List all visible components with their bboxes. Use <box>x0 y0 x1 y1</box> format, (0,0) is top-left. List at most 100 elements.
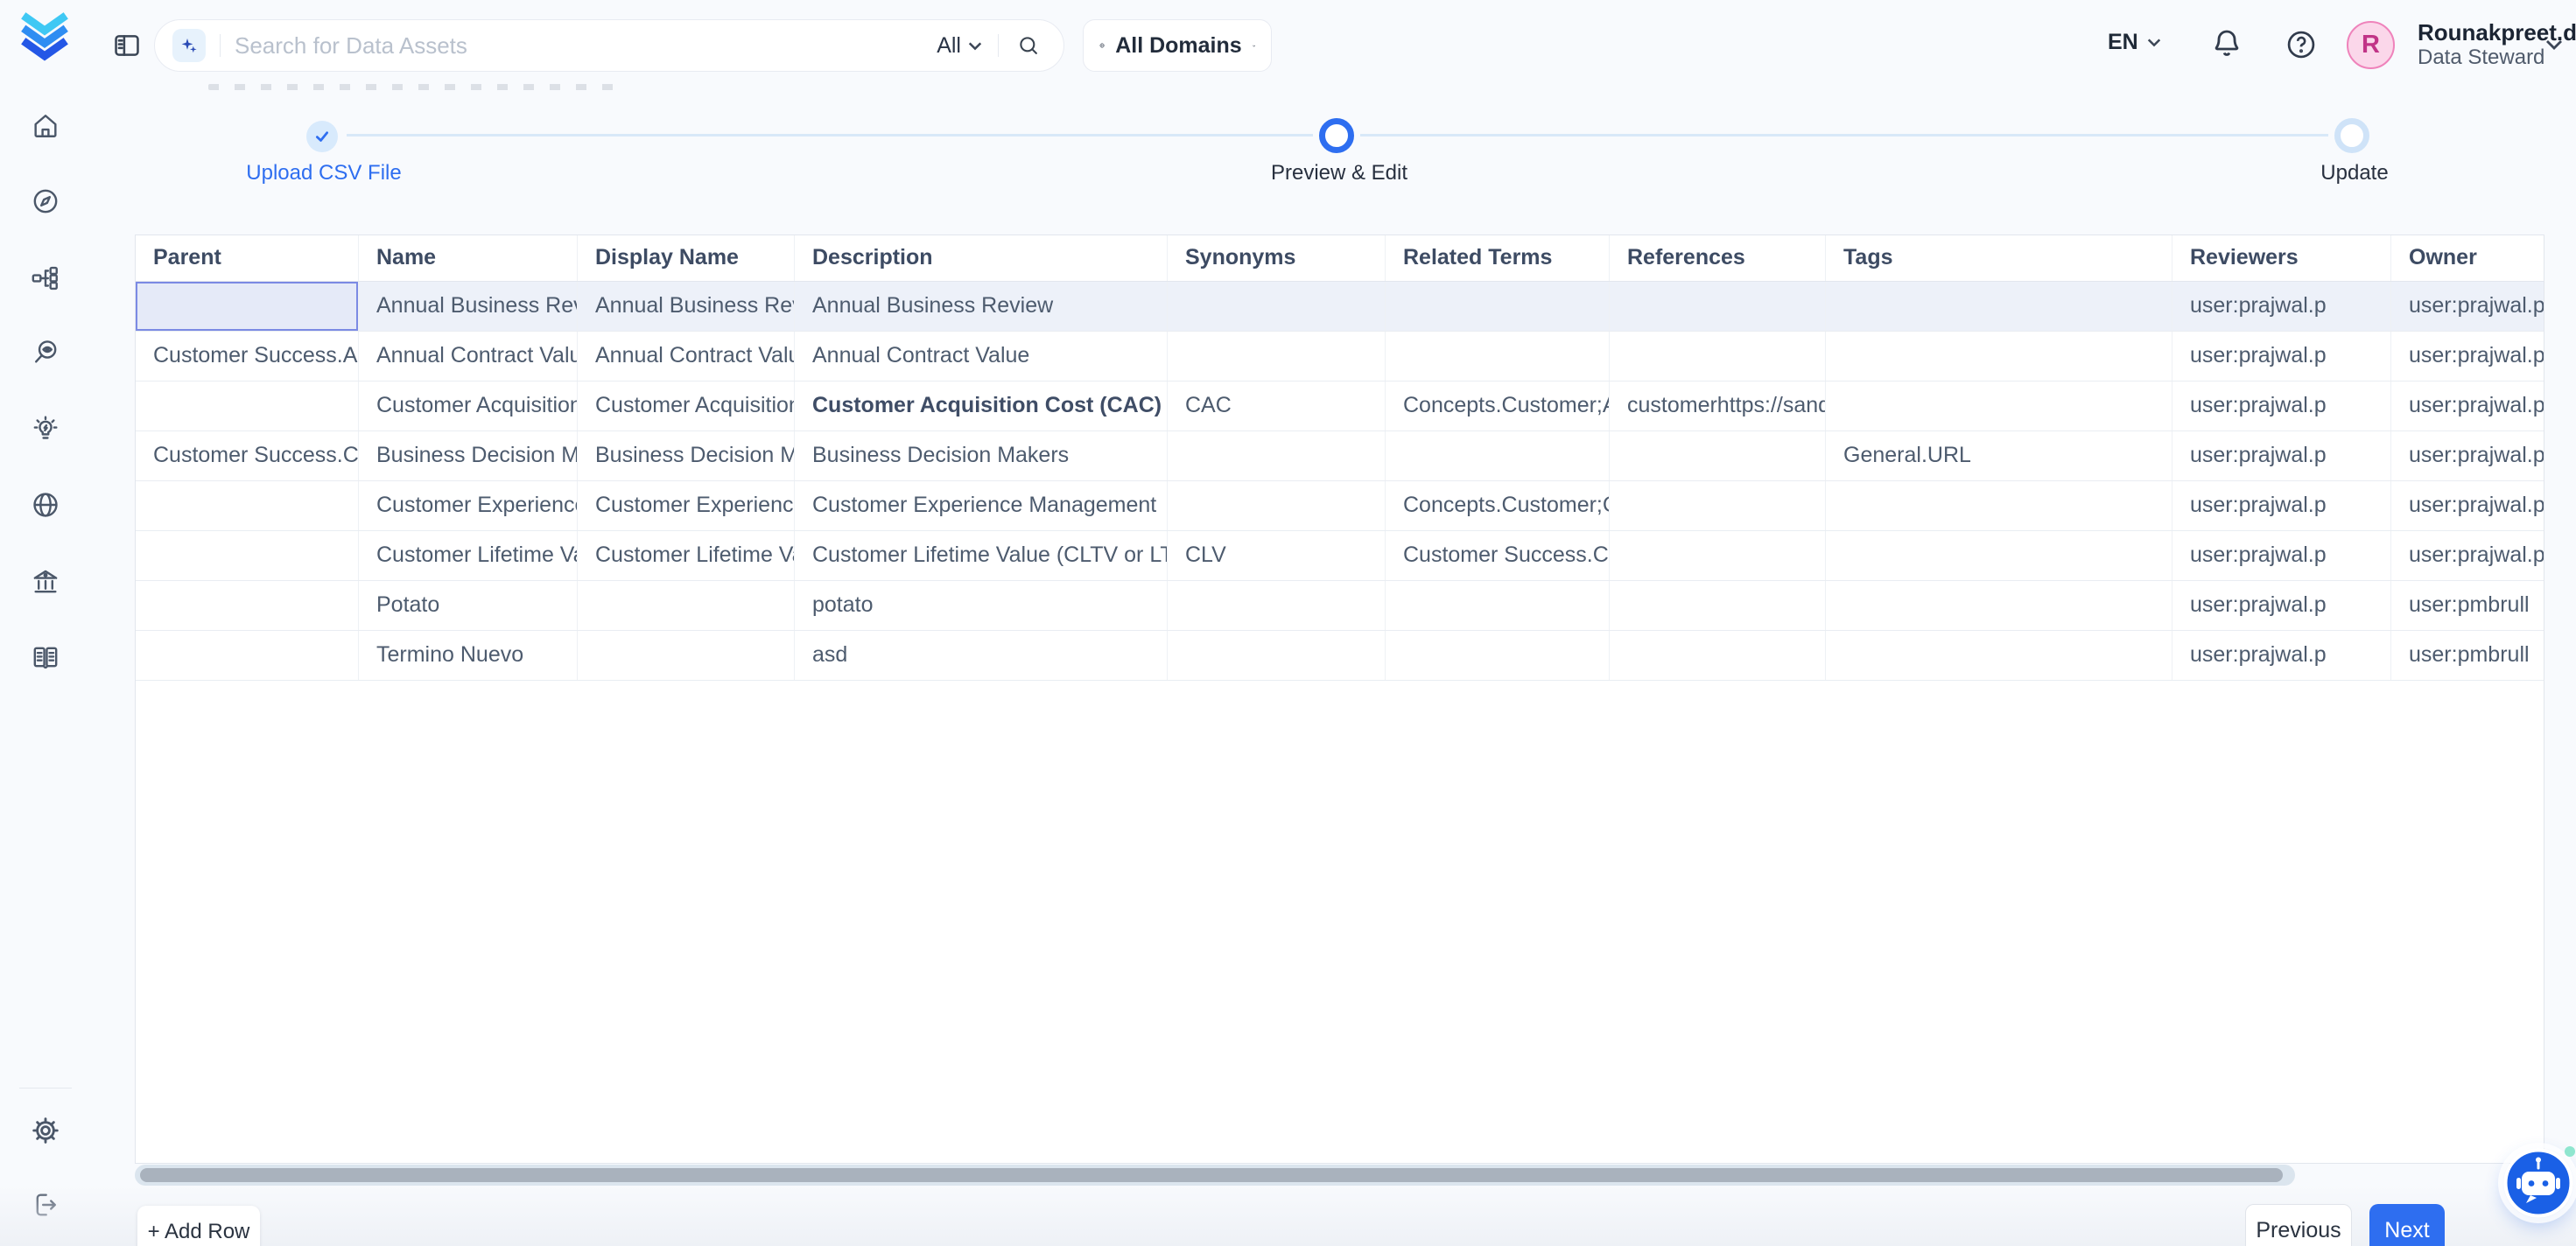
cell-parent[interactable]: Customer Success.An... <box>136 332 359 381</box>
add-row-button[interactable]: + Add Row <box>137 1206 260 1246</box>
cell-parent[interactable]: Customer Success.Cu... <box>136 431 359 480</box>
cell-display_name[interactable]: Customer Lifetime Val... <box>578 531 795 580</box>
cell-parent[interactable] <box>136 481 359 530</box>
cell-related_terms[interactable] <box>1386 282 1610 331</box>
cell-tags[interactable] <box>1826 282 2172 331</box>
cell-display_name[interactable]: Customer Acquisition ... <box>578 382 795 430</box>
cell-description[interactable]: Annual Contract Value <box>795 332 1168 381</box>
sidebar-item-home[interactable] <box>31 110 60 140</box>
cell-name[interactable]: Termino Nuevo <box>359 631 578 680</box>
cell-owner[interactable]: user:pmbrull <box>2391 631 2544 680</box>
cell-parent[interactable] <box>136 282 359 331</box>
cell-name[interactable]: Customer Acquisition ... <box>359 382 578 430</box>
cell-display_name[interactable] <box>578 581 795 630</box>
cell-references[interactable] <box>1610 431 1826 480</box>
cell-description[interactable]: potato <box>795 581 1168 630</box>
cell-description[interactable]: Customer Lifetime Value (CLTV or LTV) i.… <box>795 531 1168 580</box>
cell-related_terms[interactable]: Concepts.Customer;A... <box>1386 382 1610 430</box>
cell-tags[interactable] <box>1826 481 2172 530</box>
cell-name[interactable]: Customer Lifetime Value <box>359 531 578 580</box>
cell-owner[interactable]: user:prajwal.p <box>2391 431 2544 480</box>
cell-display_name[interactable]: Business Decision Ma... <box>578 431 795 480</box>
cell-description[interactable]: asd <box>795 631 1168 680</box>
cell-references[interactable]: customerhttps://sandb... <box>1610 382 1826 430</box>
search-input[interactable] <box>233 32 937 60</box>
cell-owner[interactable]: user:prajwal.p <box>2391 382 2544 430</box>
cell-synonyms[interactable] <box>1168 581 1386 630</box>
cell-reviewers[interactable]: user:prajwal.p <box>2172 631 2391 680</box>
horizontal-scrollbar-thumb[interactable] <box>140 1168 2283 1182</box>
cell-reviewers[interactable]: user:prajwal.p <box>2172 431 2391 480</box>
sidebar-item-glossary[interactable] <box>31 642 60 672</box>
previous-button[interactable]: Previous <box>2245 1204 2352 1246</box>
cell-reviewers[interactable]: user:prajwal.p <box>2172 531 2391 580</box>
cell-references[interactable] <box>1610 282 1826 331</box>
cell-related_terms[interactable] <box>1386 581 1610 630</box>
cell-description[interactable]: Business Decision Makers <box>795 431 1168 480</box>
cell-tags[interactable]: General.URL <box>1826 431 2172 480</box>
app-logo[interactable] <box>19 10 70 61</box>
horizontal-scrollbar-track[interactable] <box>135 1165 2295 1186</box>
cell-synonyms[interactable]: CLV <box>1168 531 1386 580</box>
sidebar-toggle-button[interactable] <box>112 31 142 60</box>
cell-name[interactable]: Annual Contract Value <box>359 332 578 381</box>
user-menu-chevron[interactable] <box>2545 38 2563 51</box>
cell-owner[interactable]: user:prajwal.p <box>2391 481 2544 530</box>
cell-owner[interactable]: user:pmbrull <box>2391 581 2544 630</box>
cell-synonyms[interactable] <box>1168 431 1386 480</box>
avatar[interactable]: R <box>2347 21 2395 69</box>
cell-synonyms[interactable] <box>1168 481 1386 530</box>
cell-references[interactable] <box>1610 481 1826 530</box>
cell-reviewers[interactable]: user:prajwal.p <box>2172 282 2391 331</box>
cell-reviewers[interactable]: user:prajwal.p <box>2172 382 2391 430</box>
cell-description[interactable]: Customer Acquisition Cost (CAC) is a ... <box>795 382 1168 430</box>
cell-description[interactable]: Customer Experience Management <box>795 481 1168 530</box>
cell-reviewers[interactable]: user:prajwal.p <box>2172 581 2391 630</box>
cell-related_terms[interactable]: Concepts.Customer;C... <box>1386 481 1610 530</box>
cell-related_terms[interactable]: Customer Success.Cu... <box>1386 531 1610 580</box>
cell-name[interactable]: Customer Experience ... <box>359 481 578 530</box>
cell-synonyms[interactable] <box>1168 282 1386 331</box>
cell-synonyms[interactable]: CAC <box>1168 382 1386 430</box>
sidebar-item-explore[interactable] <box>31 186 60 216</box>
cell-related_terms[interactable] <box>1386 332 1610 381</box>
cell-display_name[interactable] <box>578 631 795 680</box>
cell-related_terms[interactable] <box>1386 631 1610 680</box>
cell-owner[interactable]: user:prajwal.p <box>2391 282 2544 331</box>
cell-parent[interactable] <box>136 382 359 430</box>
next-button[interactable]: Next <box>2369 1204 2445 1246</box>
cell-tags[interactable] <box>1826 382 2172 430</box>
cell-name[interactable]: Potato <box>359 581 578 630</box>
cell-references[interactable] <box>1610 581 1826 630</box>
cell-display_name[interactable]: Annual Business Revie... <box>578 282 795 331</box>
cell-description[interactable]: Annual Business Review <box>795 282 1168 331</box>
cell-owner[interactable]: user:prajwal.p <box>2391 332 2544 381</box>
sidebar-item-lineage[interactable] <box>31 263 60 293</box>
cell-parent[interactable] <box>136 581 359 630</box>
ai-search-button[interactable] <box>172 29 206 62</box>
sidebar-item-domains[interactable] <box>31 490 60 520</box>
cell-tags[interactable] <box>1826 332 2172 381</box>
sidebar-item-observability[interactable] <box>31 338 60 368</box>
search-submit-button[interactable] <box>1016 33 1041 58</box>
domains-filter-dropdown[interactable]: All Domains <box>1083 19 1272 72</box>
cell-references[interactable] <box>1610 332 1826 381</box>
sidebar-item-settings[interactable] <box>31 1116 60 1145</box>
cell-display_name[interactable]: Customer Experience ... <box>578 481 795 530</box>
cell-display_name[interactable]: Annual Contract Value ... <box>578 332 795 381</box>
chatbot-widget[interactable] <box>2503 1148 2573 1218</box>
cell-tags[interactable] <box>1826 531 2172 580</box>
search-scope-dropdown[interactable]: All <box>937 33 982 59</box>
sidebar-item-insights[interactable] <box>31 414 60 444</box>
help-button[interactable] <box>2285 28 2318 61</box>
cell-parent[interactable] <box>136 631 359 680</box>
language-selector[interactable]: EN <box>2108 30 2161 55</box>
cell-reviewers[interactable]: user:prajwal.p <box>2172 481 2391 530</box>
cell-name[interactable]: Annual Business Review <box>359 282 578 331</box>
cell-synonyms[interactable] <box>1168 332 1386 381</box>
cell-references[interactable] <box>1610 631 1826 680</box>
cell-owner[interactable]: user:prajwal.p <box>2391 531 2544 580</box>
cell-references[interactable] <box>1610 531 1826 580</box>
cell-synonyms[interactable] <box>1168 631 1386 680</box>
cell-reviewers[interactable]: user:prajwal.p <box>2172 332 2391 381</box>
